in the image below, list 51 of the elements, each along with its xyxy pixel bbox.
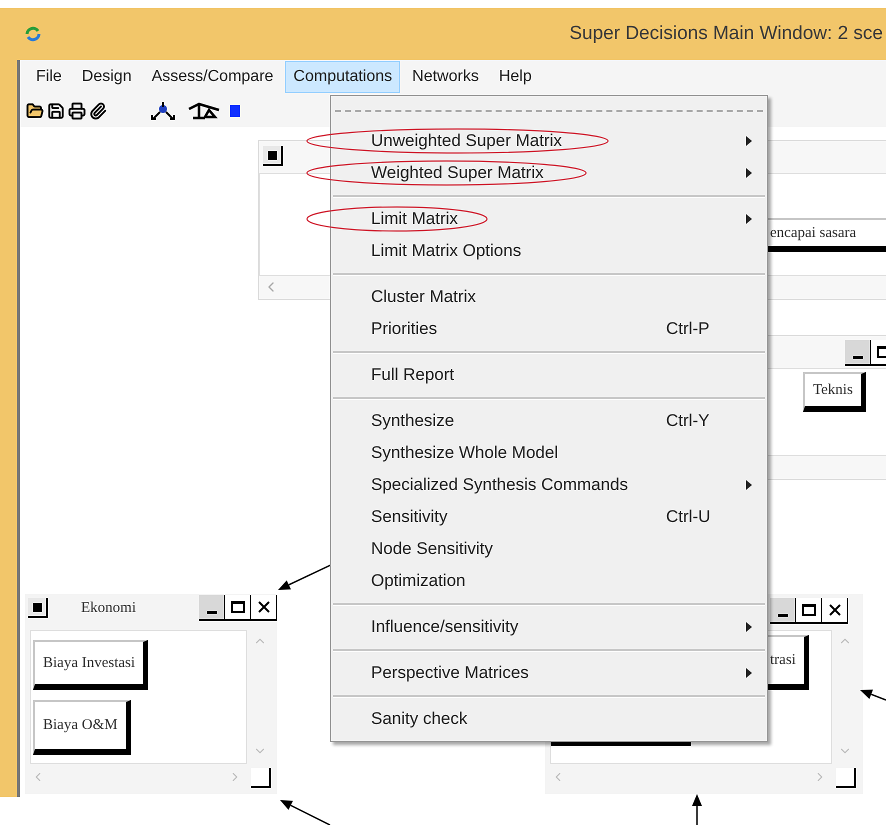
menu-item[interactable]: Design [74,61,140,93]
dropdown-item[interactable]: Weighted Super Matrix [331,157,767,189]
save-icon[interactable] [47,102,65,120]
menu-item[interactable]: Help [490,61,540,93]
dropdown-item[interactable]: Node Sensitivity [331,533,767,565]
menu-item[interactable]: Computations [285,61,400,93]
close-icon [258,601,270,613]
resize-grip[interactable] [836,768,856,788]
dropdown-item[interactable]: Unweighted Super Matrix [331,125,767,157]
printer-icon[interactable] [68,102,86,120]
node-button[interactable]: Biaya O&M [33,700,131,755]
minimize-button[interactable] [199,595,225,619]
dropdown-item[interactable]: Full Report [331,359,767,391]
arrow [280,800,330,825]
arrow [860,690,886,701]
dropdown-item[interactable]: Priorities Ctrl-P [331,313,767,345]
dropdown-item[interactable]: Limit Matrix Options [331,235,767,267]
dropdown-item[interactable]: Optimization [331,565,767,597]
dropdown-item[interactable]: Influence/sensitivity [331,611,767,643]
dropdown-item[interactable]: Synthesize Whole Model [331,437,767,469]
node-button[interactable]: Teknis [803,372,866,412]
square-icon[interactable] [230,104,240,116]
dropdown-item[interactable]: Sensitivity Ctrl-U [331,501,767,533]
minimize-button[interactable] [770,598,796,622]
dropdown-item[interactable]: Cluster Matrix [331,281,767,313]
minimize-button[interactable] [845,340,871,364]
dropdown-item[interactable]: Limit Matrix [331,203,767,235]
arrow [692,794,702,825]
close-button[interactable] [822,598,848,622]
app-icon [24,25,42,43]
open-folder-icon[interactable] [26,102,44,120]
window-title: Super Decisions Main Window: 2 sce [569,22,884,46]
maximize-button[interactable] [796,598,822,622]
menu-item[interactable]: Networks [404,61,487,93]
menu-item[interactable]: Assess/Compare [144,61,282,93]
close-icon [828,604,840,616]
resize-grip[interactable] [251,768,271,788]
dropdown-item[interactable]: Synthesize Ctrl-Y [331,405,767,437]
control-menu-button[interactable] [263,146,283,166]
scale-icon[interactable] [187,102,221,120]
dropdown-item[interactable]: Perspective Matrices [331,657,767,689]
cluster-title: Ekonomi [81,598,136,618]
maximize-button[interactable] [225,595,251,619]
dropdown-item[interactable]: Specialized Synthesis Commands [331,469,767,501]
node-button[interactable]: Biaya Investasi [33,640,148,690]
dropdown-item[interactable]: Sanity check [331,703,767,735]
control-menu-button[interactable] [28,598,48,618]
menu-item[interactable]: File [28,61,70,93]
paperclip-icon[interactable] [89,102,107,120]
close-button[interactable] [251,595,277,619]
network-icon[interactable] [150,100,176,120]
